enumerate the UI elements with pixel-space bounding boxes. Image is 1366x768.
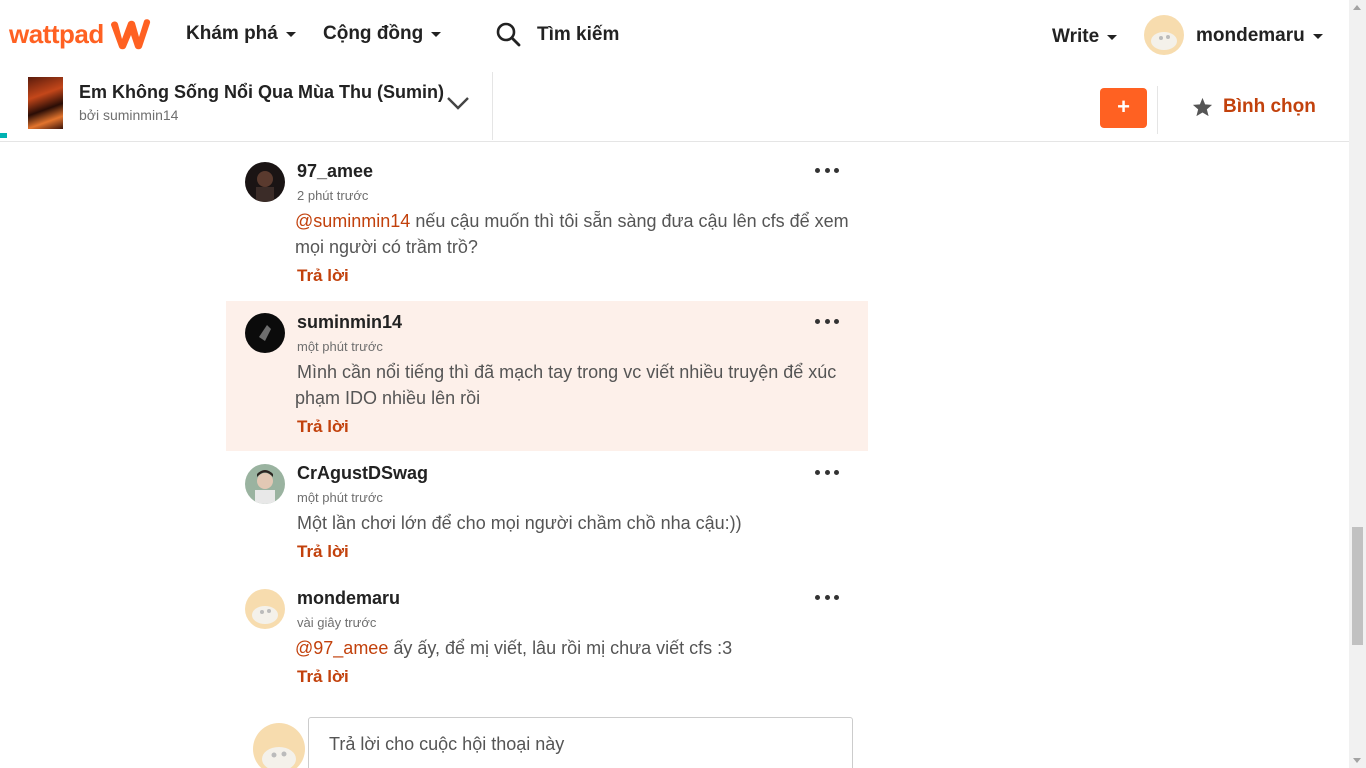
- comment-text: @97_amee ấy ấy, để mị viết, lâu rồi mị c…: [295, 638, 733, 658]
- commenter-avatar[interactable]: [245, 313, 285, 353]
- search-icon: [496, 22, 521, 47]
- search-placeholder: Tìm kiếm: [537, 23, 620, 45]
- scroll-down-icon[interactable]: [1353, 758, 1361, 763]
- caret-down-icon: [1312, 33, 1323, 39]
- reading-progress-indicator: [0, 133, 7, 138]
- search-field[interactable]: Tìm kiếm: [496, 22, 619, 47]
- mention-link[interactable]: @97_amee: [295, 638, 388, 658]
- chevron-down-icon[interactable]: [446, 95, 470, 111]
- write-label: Write: [1052, 26, 1100, 47]
- story-author[interactable]: bởi suminmin14: [79, 107, 178, 123]
- comment-username[interactable]: 97_amee: [297, 161, 373, 182]
- commenter-avatar[interactable]: [245, 162, 285, 202]
- reply-button[interactable]: Trả lời: [297, 417, 349, 437]
- story-cover-image[interactable]: [28, 77, 63, 129]
- comment-item: mondemaru vài giây trước @97_amee ấy ấy,…: [226, 577, 868, 697]
- comment-text: Một lần chơi lớn để cho mọi người chầm c…: [297, 513, 742, 533]
- comment-item: 97_amee 2 phút trước @suminmin14 nếu cậu…: [226, 150, 868, 300]
- comment-timestamp: 2 phút trước: [297, 188, 369, 203]
- comment-text: @suminmin14 nếu cậu muốn thì tôi sẵn sàn…: [295, 211, 849, 257]
- star-icon: [1192, 97, 1213, 117]
- reply-button[interactable]: Trả lời: [297, 542, 349, 562]
- commenter-avatar[interactable]: [245, 589, 285, 629]
- reply-button[interactable]: Trả lời: [297, 266, 349, 286]
- story-header: Em Không Sống Nổi Qua Mùa Thu (Sumin) bở…: [0, 72, 1349, 142]
- divider: [1157, 86, 1158, 134]
- user-avatar[interactable]: [1144, 15, 1184, 55]
- caret-down-icon: [285, 31, 296, 37]
- comment-item-highlighted: suminmin14 một phút trước Mình cần nổi t…: [226, 301, 868, 451]
- more-options-icon[interactable]: [815, 168, 839, 174]
- top-navbar: wattpad Khám phá Cộng đồng Tìm kiếm Writ…: [0, 0, 1349, 72]
- write-menu[interactable]: Write: [1052, 26, 1118, 48]
- mention-link[interactable]: @suminmin14: [295, 211, 410, 231]
- username-label: mondemaru: [1196, 25, 1305, 46]
- vote-button[interactable]: Bình chọn: [1192, 96, 1316, 118]
- community-label: Cộng đồng: [323, 23, 424, 44]
- avatar-image: [1144, 15, 1184, 55]
- discover-label: Khám phá: [186, 23, 278, 44]
- comment-text: Mình cần nổi tiếng thì đã mạch tay trong…: [295, 362, 837, 408]
- comment-item: CrAgustDSwag một phút trước Một lần chơi…: [226, 452, 868, 572]
- caret-down-icon: [1107, 34, 1118, 40]
- current-user-avatar: [253, 723, 305, 768]
- caret-down-icon: [431, 31, 442, 37]
- reply-input[interactable]: [308, 717, 853, 768]
- community-menu[interactable]: Cộng đồng: [323, 23, 442, 45]
- comment-username[interactable]: suminmin14: [297, 312, 402, 333]
- scrollbar-thumb[interactable]: [1352, 527, 1363, 645]
- discover-menu[interactable]: Khám phá: [186, 23, 296, 45]
- comment-username[interactable]: mondemaru: [297, 588, 400, 609]
- comment-timestamp: một phút trước: [297, 490, 383, 505]
- story-title[interactable]: Em Không Sống Nổi Qua Mùa Thu (Sumin): [79, 82, 444, 103]
- scroll-up-icon[interactable]: [1353, 5, 1361, 10]
- vote-label: Bình chọn: [1223, 96, 1316, 117]
- user-menu[interactable]: mondemaru: [1196, 25, 1323, 47]
- comment-timestamp: một phút trước: [297, 339, 383, 354]
- more-options-icon[interactable]: [815, 470, 839, 476]
- comment-timestamp: vài giây trước: [297, 615, 377, 630]
- logo-text: wattpad: [9, 18, 104, 49]
- divider: [492, 72, 493, 140]
- wattpad-logo[interactable]: wattpad: [9, 17, 154, 51]
- page-scrollbar[interactable]: [1349, 0, 1366, 768]
- wattpad-w-icon: [110, 19, 150, 50]
- add-to-list-button[interactable]: +: [1100, 88, 1147, 128]
- comment-username[interactable]: CrAgustDSwag: [297, 463, 428, 484]
- more-options-icon[interactable]: [815, 319, 839, 325]
- reply-button[interactable]: Trả lời: [297, 667, 349, 687]
- commenter-avatar[interactable]: [245, 464, 285, 504]
- more-options-icon[interactable]: [815, 595, 839, 601]
